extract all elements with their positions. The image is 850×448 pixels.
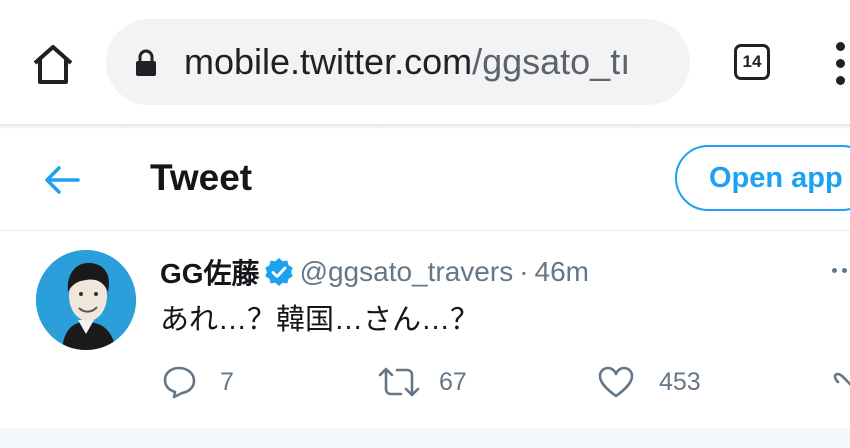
- more-menu-icon[interactable]: [832, 42, 850, 86]
- share-button[interactable]: [830, 364, 850, 400]
- heart-icon: [598, 366, 634, 398]
- home-icon[interactable]: [30, 42, 76, 88]
- tweet-header: GG佐藤 @ggsato_travers · 46m: [160, 252, 589, 292]
- tweet-options-icon[interactable]: [832, 268, 850, 278]
- user-handle[interactable]: @ggsato_travers: [300, 256, 514, 287]
- url-text: mobile.twitter.com/ggsato_tı: [184, 39, 680, 85]
- tweet-page-header: Tweet Open app: [0, 130, 850, 231]
- url-host: mobile.twitter.com: [184, 41, 473, 82]
- reply-button[interactable]: 7: [162, 364, 252, 400]
- like-count: 453: [659, 368, 701, 396]
- retweet-button[interactable]: 67: [377, 364, 477, 400]
- back-arrow-icon[interactable]: [40, 162, 84, 198]
- lock-icon: [134, 49, 158, 77]
- share-icon: [833, 372, 850, 386]
- like-button[interactable]: 453: [597, 364, 707, 400]
- url-path: /ggsato_tı: [472, 41, 631, 82]
- page-title: Tweet: [150, 157, 253, 198]
- address-bar[interactable]: mobile.twitter.com/ggsato_tı: [106, 19, 690, 105]
- tweet-timestamp[interactable]: 46m: [535, 256, 589, 287]
- tab-switcher-button[interactable]: 14: [734, 44, 770, 80]
- reply-count: 7: [220, 368, 234, 396]
- retweet-icon: [378, 367, 420, 397]
- display-name[interactable]: GG佐藤: [160, 258, 260, 289]
- tweet-text: あれ…？韓国…さん…？: [160, 304, 480, 336]
- feed-divider: [0, 428, 850, 448]
- browser-toolbar: mobile.twitter.com/ggsato_tı 14: [0, 0, 850, 124]
- toolbar-divider: [0, 124, 850, 129]
- verified-badge-icon: [264, 257, 294, 287]
- retweet-count: 67: [439, 368, 467, 396]
- avatar[interactable]: [36, 250, 136, 350]
- separator-dot: ·: [519, 256, 529, 287]
- open-app-button[interactable]: Open app: [675, 145, 850, 211]
- reply-icon: [163, 366, 196, 399]
